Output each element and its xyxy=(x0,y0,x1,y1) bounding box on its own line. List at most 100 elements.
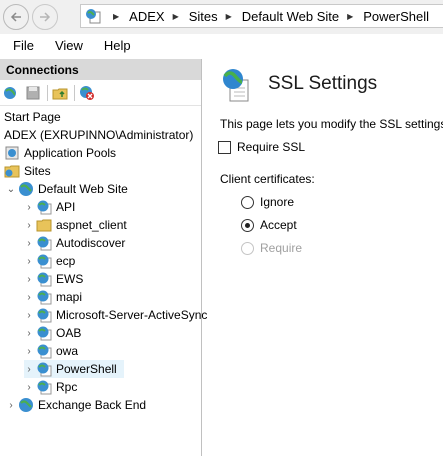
tree-item-mapi[interactable]: › mapi xyxy=(24,288,82,306)
tree-label: Default Web Site xyxy=(38,182,128,196)
tree-label: EWS xyxy=(56,272,84,286)
page-description: This page lets you modify the SSL settin… xyxy=(220,117,443,131)
save-button[interactable] xyxy=(24,84,42,102)
require-radio xyxy=(241,242,254,255)
application-globe-icon xyxy=(37,236,52,251)
expand-chevron-icon[interactable]: › xyxy=(24,256,34,267)
tree-label: Sites xyxy=(24,164,51,178)
menu-view[interactable]: View xyxy=(55,38,83,53)
tree-item-aspnet-client[interactable]: › aspnet_client xyxy=(24,216,127,234)
breadcrumb-separator-icon: ▶ xyxy=(225,11,232,21)
tree-label: aspnet_client xyxy=(56,218,127,232)
tree-label: API xyxy=(56,200,76,214)
menu-help[interactable]: Help xyxy=(104,38,131,53)
tree-label: Microsoft-Server-ActiveSync xyxy=(56,308,208,322)
expand-chevron-icon[interactable]: › xyxy=(24,382,34,393)
breadcrumb-item-server[interactable]: ADEX xyxy=(129,9,164,24)
tree-item-ecp[interactable]: › ecp xyxy=(24,252,75,270)
breadcrumb: ▶ ADEX ▶ Sites ▶ Default Web Site ▶ Powe… xyxy=(105,9,429,24)
application-globe-icon xyxy=(37,344,52,359)
tree-item-sites[interactable]: Sites xyxy=(4,162,51,180)
application-globe-icon xyxy=(37,254,52,269)
connections-toolbar xyxy=(0,80,201,106)
globe-page-icon xyxy=(86,9,101,24)
tree-item-default-web-site[interactable]: ⌄ Default Web Site xyxy=(6,180,128,198)
application-globe-icon xyxy=(37,308,52,323)
application-globe-icon xyxy=(37,326,52,341)
require-ssl-checkbox[interactable] xyxy=(218,141,231,154)
application-globe-icon xyxy=(37,290,52,305)
expand-chevron-icon[interactable]: › xyxy=(24,220,34,231)
connect-button[interactable] xyxy=(2,84,20,102)
breadcrumb-item-app[interactable]: PowerShell xyxy=(363,9,429,24)
ignore-radio-label: Ignore xyxy=(260,195,295,209)
expand-chevron-icon[interactable]: › xyxy=(6,400,16,411)
up-level-button[interactable] xyxy=(51,84,69,102)
accept-radio[interactable] xyxy=(241,219,254,232)
globe-connect-icon xyxy=(4,86,16,99)
expand-chevron-icon[interactable]: › xyxy=(24,310,34,321)
tree-item-oab[interactable]: › OAB xyxy=(24,324,81,342)
folder-up-icon xyxy=(52,88,68,99)
breadcrumb-item-site[interactable]: Default Web Site xyxy=(242,9,339,24)
forward-arrow-icon xyxy=(40,12,51,22)
ssl-settings-globe-icon xyxy=(223,69,249,102)
breadcrumb-separator-icon: ▶ xyxy=(113,11,120,21)
tree-label: Autodiscover xyxy=(56,236,126,250)
expand-chevron-icon[interactable]: › xyxy=(24,238,34,249)
tree-label: PowerShell xyxy=(56,362,117,376)
tree-item-powershell[interactable]: › PowerShell xyxy=(24,360,124,378)
back-button[interactable] xyxy=(3,4,29,30)
collapse-chevron-icon[interactable]: ⌄ xyxy=(6,184,16,195)
tree-label: mapi xyxy=(56,290,83,304)
tree-label: ecp xyxy=(56,254,76,268)
toolbar-separator xyxy=(74,84,75,101)
tree-label: Application Pools xyxy=(24,146,117,160)
tree-item-server[interactable]: ADEX (EXRUPINNO\Administrator) xyxy=(4,126,193,144)
connections-header: Connections xyxy=(0,59,201,80)
tree-label: OAB xyxy=(56,326,82,340)
globe-icon xyxy=(19,182,33,196)
breadcrumb-separator-icon: ▶ xyxy=(172,11,179,21)
tree-item-application-pools[interactable]: Application Pools xyxy=(4,144,116,162)
tree-item-exchange-back-end[interactable]: › Exchange Back End xyxy=(6,396,146,414)
expand-chevron-icon[interactable]: › xyxy=(24,292,34,303)
application-globe-icon xyxy=(37,362,52,377)
breadcrumb-item-sites[interactable]: Sites xyxy=(189,9,218,24)
tree-item-start-page[interactable]: Start Page xyxy=(4,108,61,126)
page-title: SSL Settings xyxy=(268,73,378,94)
sites-folder-icon xyxy=(4,165,20,178)
forward-button[interactable] xyxy=(32,4,58,30)
require-ssl-label: Require SSL xyxy=(237,140,306,154)
tree-item-api[interactable]: › API xyxy=(24,198,75,216)
expand-chevron-icon[interactable]: › xyxy=(24,328,34,339)
address-bar: ▶ ADEX ▶ Sites ▶ Default Web Site ▶ Powe… xyxy=(0,0,443,34)
toolbar-separator xyxy=(47,84,48,101)
tree-item-rpc[interactable]: › Rpc xyxy=(24,378,77,396)
expand-chevron-icon[interactable]: › xyxy=(24,346,34,357)
client-certificates-label: Client certificates: xyxy=(220,172,315,186)
disconnect-button[interactable] xyxy=(78,84,96,102)
globe-disconnect-icon xyxy=(80,85,94,100)
expand-chevron-icon[interactable]: › xyxy=(24,364,34,375)
application-globe-icon xyxy=(37,272,52,287)
tree-item-owa[interactable]: › owa xyxy=(24,342,78,360)
require-radio-label: Require xyxy=(260,241,303,255)
globe-icon xyxy=(19,398,33,412)
tree-label: Start Page xyxy=(4,110,61,124)
expand-chevron-icon[interactable]: › xyxy=(24,202,34,213)
tree-label: Rpc xyxy=(56,380,78,394)
address-box[interactable]: ▶ ADEX ▶ Sites ▶ Default Web Site ▶ Powe… xyxy=(80,4,443,28)
application-pools-icon xyxy=(5,146,19,160)
ignore-radio[interactable] xyxy=(241,196,254,209)
application-globe-icon xyxy=(37,200,52,215)
expand-chevron-icon[interactable]: › xyxy=(24,274,34,285)
tree-label: ADEX (EXRUPINNO\Administrator) xyxy=(4,128,194,142)
ssl-settings-pane: SSL Settings This page lets you modify t… xyxy=(205,59,443,456)
tree-item-autodiscover[interactable]: › Autodiscover xyxy=(24,234,125,252)
back-arrow-icon xyxy=(10,12,21,22)
tree-item-activesync[interactable]: › Microsoft-Server-ActiveSync xyxy=(24,306,207,324)
menu-file[interactable]: File xyxy=(13,38,34,53)
tree-item-ews[interactable]: › EWS xyxy=(24,270,83,288)
accept-radio-label: Accept xyxy=(260,218,297,232)
